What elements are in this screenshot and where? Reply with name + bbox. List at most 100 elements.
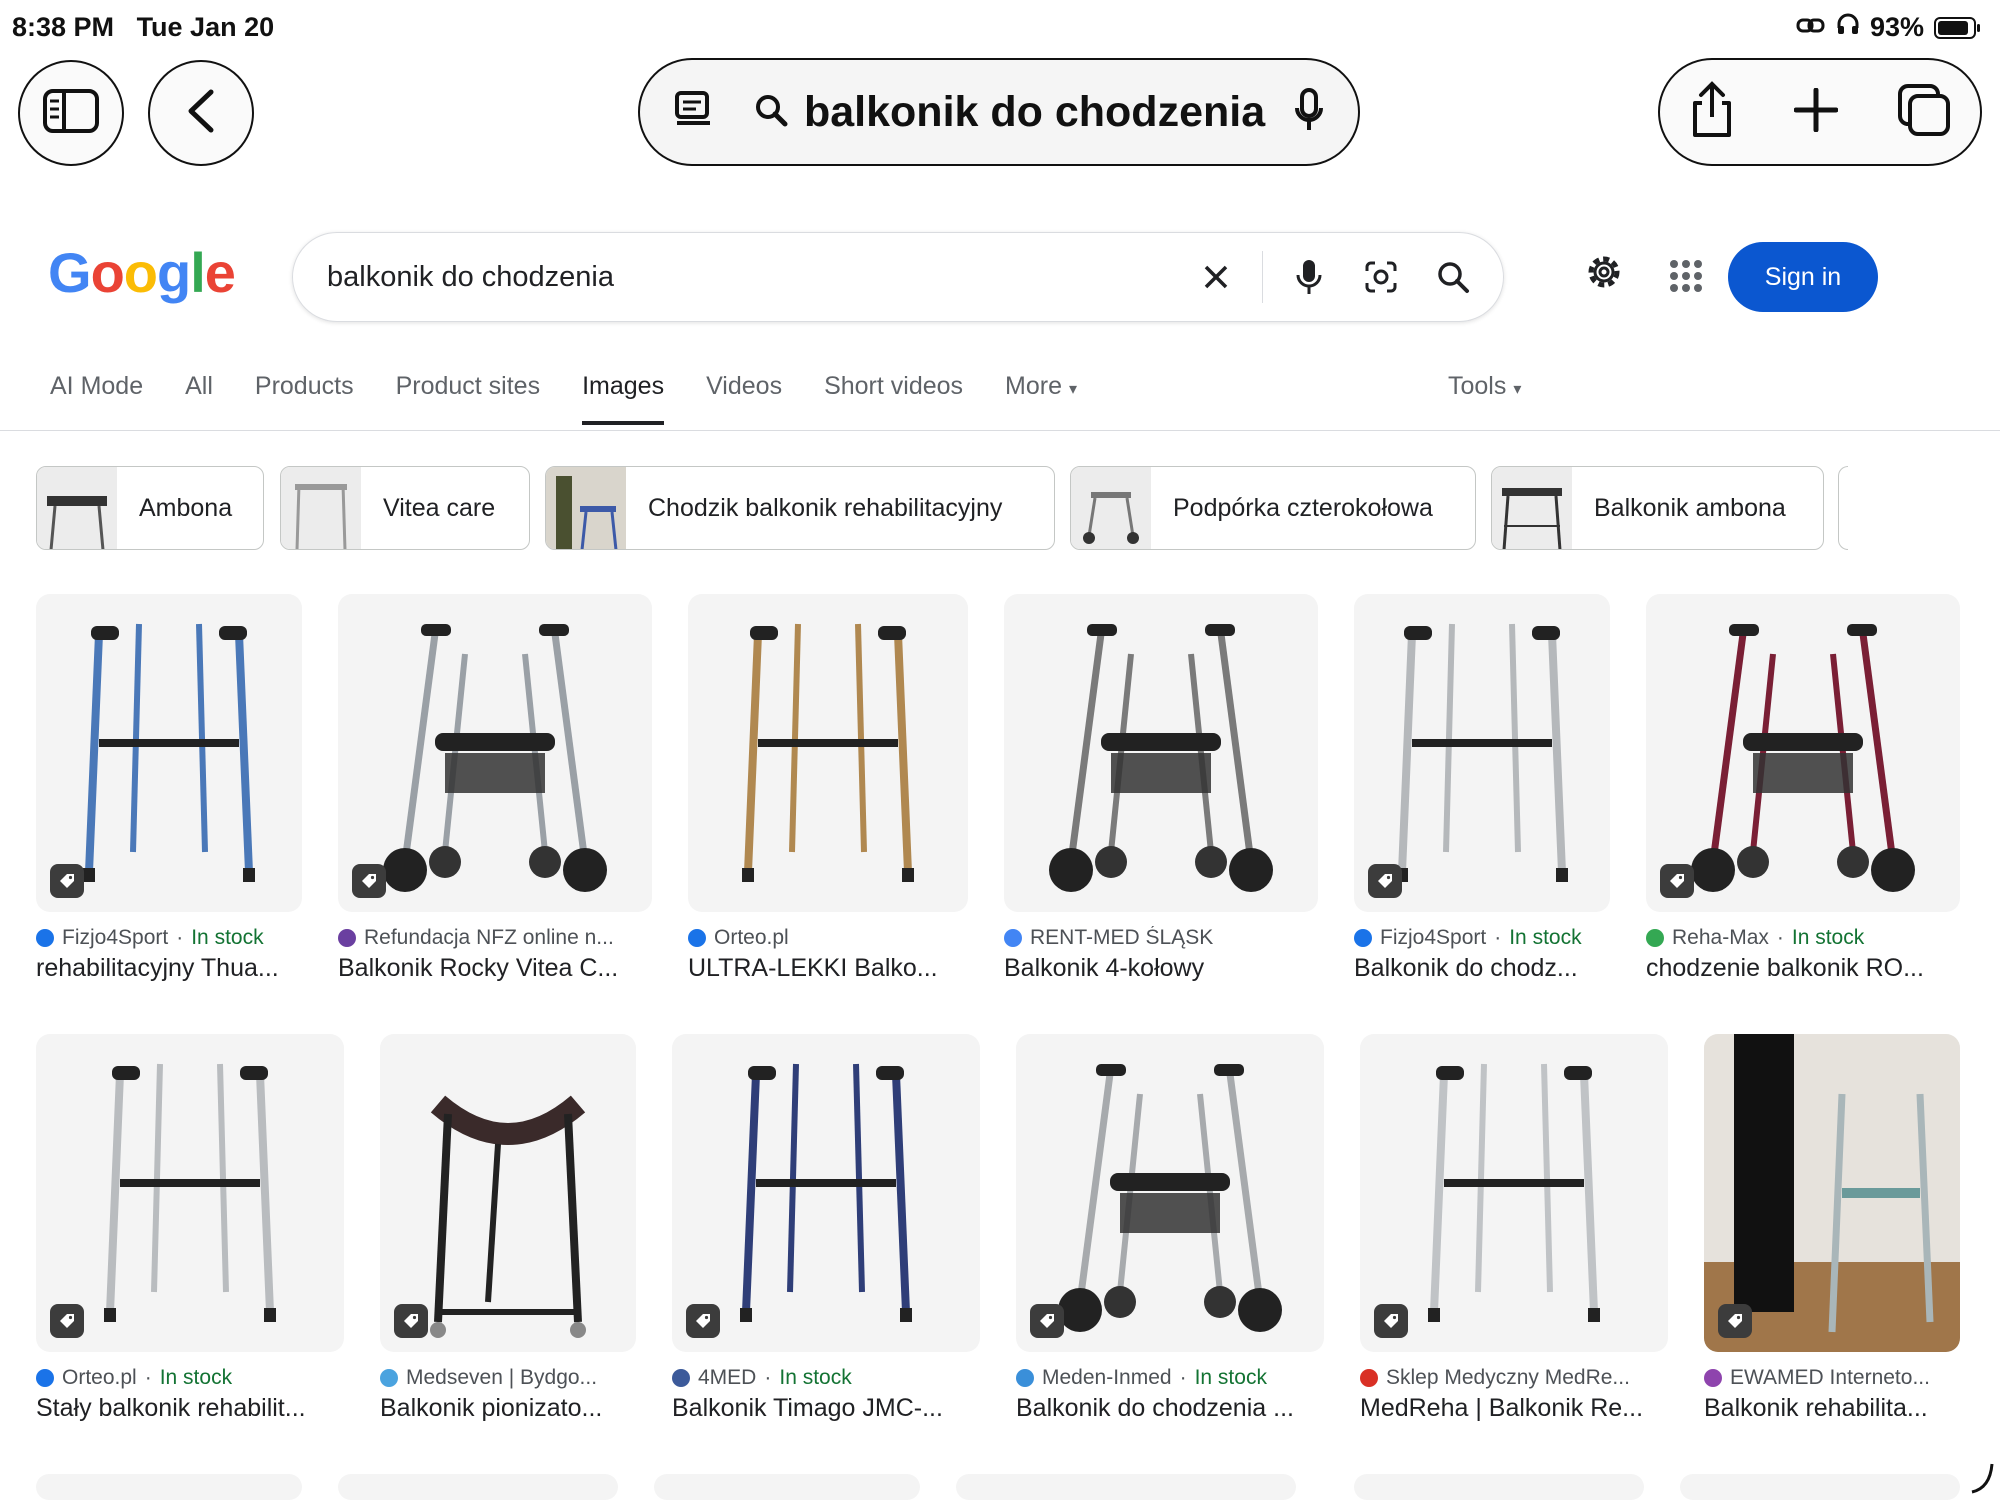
source-name: Medseven | Bydgo... bbox=[406, 1366, 598, 1389]
share-icon[interactable] bbox=[1689, 80, 1735, 144]
image-result[interactable]: 4MED · In stock Balkonik Timago JMC-... bbox=[672, 1034, 980, 1423]
result-source[interactable]: Sklep Medyczny MedRe... bbox=[1360, 1366, 1668, 1390]
result-image[interactable] bbox=[1680, 1474, 1960, 1500]
result-image[interactable] bbox=[338, 594, 652, 912]
image-result[interactable]: Medseven | Bydgo... Balkonik pionizato... bbox=[380, 1034, 636, 1423]
result-image[interactable] bbox=[1354, 1474, 1644, 1500]
search-input[interactable]: balkonik do chodzenia bbox=[327, 261, 1190, 294]
safari-address-bar[interactable]: balkonik do chodzenia bbox=[638, 58, 1360, 166]
result-source[interactable]: Medseven | Bydgo... bbox=[380, 1366, 636, 1390]
source-name: 4MED bbox=[698, 1366, 757, 1389]
result-title[interactable]: MedReha | Balkonik Re... bbox=[1360, 1394, 1668, 1423]
result-image[interactable] bbox=[1646, 594, 1960, 912]
tab-ai-mode[interactable]: AI Mode bbox=[50, 372, 143, 425]
tab-all[interactable]: All bbox=[185, 372, 213, 425]
result-source[interactable]: Meden-Inmed · In stock bbox=[1016, 1366, 1324, 1390]
back-button[interactable] bbox=[148, 60, 254, 166]
result-image[interactable] bbox=[1016, 1034, 1324, 1352]
lens-icon[interactable] bbox=[1355, 251, 1407, 303]
result-image[interactable] bbox=[1360, 1034, 1668, 1352]
source-name: Sklep Medyczny MedRe... bbox=[1386, 1366, 1630, 1389]
source-name: Orteo.pl bbox=[714, 926, 789, 949]
separator-dot: · bbox=[1179, 1366, 1187, 1389]
result-title[interactable]: Balkonik pionizato... bbox=[380, 1394, 636, 1423]
result-source[interactable]: Reha-Max · In stock bbox=[1646, 926, 1960, 950]
search-divider bbox=[1262, 251, 1263, 303]
tab-short-videos[interactable]: Short videos bbox=[824, 372, 963, 425]
result-title[interactable]: Balkonik do chodzenia ... bbox=[1016, 1394, 1324, 1423]
tools-menu[interactable]: Tools ▾ bbox=[1448, 372, 1521, 401]
tab-product-sites[interactable]: Product sites bbox=[396, 372, 541, 425]
chip-vitea-care[interactable]: Vitea care bbox=[280, 466, 530, 550]
image-result[interactable]: Fizjo4Sport · In stock Balkonik do chodz... bbox=[1354, 594, 1610, 983]
image-result[interactable]: Reha-Max · In stock chodzenie balkonik RO..… bbox=[1646, 594, 1960, 983]
result-title[interactable]: ULTRA-LEKKI Balko... bbox=[688, 954, 968, 983]
result-title[interactable]: Balkonik do chodz... bbox=[1354, 954, 1610, 983]
source-name: Meden-Inmed bbox=[1042, 1366, 1172, 1389]
image-result[interactable]: Fizjo4Sport · In stock rehabilitacyjny Thua… bbox=[36, 594, 302, 983]
result-image[interactable] bbox=[36, 1474, 302, 1500]
result-image[interactable] bbox=[380, 1034, 636, 1352]
tab-products[interactable]: Products bbox=[255, 372, 354, 425]
sign-in-button[interactable]: Sign in bbox=[1728, 242, 1878, 312]
result-source[interactable]: RENT-MED ŚLĄSK bbox=[1004, 926, 1318, 950]
result-title[interactable]: chodzenie balkonik RO... bbox=[1646, 954, 1960, 983]
image-result[interactable]: Sklep Medyczny MedRe... MedReha | Balkoni… bbox=[1360, 1034, 1668, 1423]
tabs-divider bbox=[0, 430, 2000, 431]
stock-status: In stock bbox=[1194, 1366, 1267, 1389]
result-title[interactable]: Balkonik 4-kołowy bbox=[1004, 954, 1318, 983]
result-image[interactable] bbox=[36, 594, 302, 912]
chip-overflow[interactable] bbox=[1838, 466, 1848, 550]
result-image[interactable] bbox=[1354, 594, 1610, 912]
image-result[interactable]: RENT-MED ŚLĄSK Balkonik 4-kołowy bbox=[1004, 594, 1318, 983]
site-favicon-icon bbox=[36, 1369, 54, 1387]
microphone-icon[interactable] bbox=[1294, 87, 1324, 137]
image-result[interactable]: EWAMED Interneto... Balkonik rehabilita..… bbox=[1704, 1034, 1960, 1423]
result-image[interactable] bbox=[1704, 1034, 1960, 1352]
google-search-box[interactable]: balkonik do chodzenia bbox=[292, 232, 1504, 322]
result-source[interactable]: EWAMED Interneto... bbox=[1704, 1366, 1960, 1390]
settings-icon[interactable] bbox=[1582, 250, 1626, 299]
google-logo[interactable]: Google bbox=[48, 240, 236, 305]
result-image[interactable] bbox=[36, 1034, 344, 1352]
result-source[interactable]: Orteo.pl · In stock bbox=[36, 1366, 344, 1390]
search-submit-icon[interactable] bbox=[1427, 251, 1479, 303]
chip-balkonik-ambona[interactable]: Balkonik ambona bbox=[1491, 466, 1824, 550]
page-menu-icon[interactable] bbox=[674, 90, 714, 135]
result-image[interactable] bbox=[338, 1474, 618, 1500]
image-result[interactable]: Refundacja NFZ online n... Balkonik Rocky… bbox=[338, 594, 652, 983]
tab-videos[interactable]: Videos bbox=[706, 372, 782, 425]
price-tag-icon bbox=[352, 864, 386, 898]
result-image[interactable] bbox=[672, 1034, 980, 1352]
result-title[interactable]: Balkonik rehabilita... bbox=[1704, 1394, 1960, 1423]
result-image[interactable] bbox=[1004, 594, 1318, 912]
result-source[interactable]: Orteo.pl bbox=[688, 926, 968, 950]
result-title[interactable]: Stały balkonik rehabilit... bbox=[36, 1394, 344, 1423]
result-title[interactable]: Balkonik Timago JMC-... bbox=[672, 1394, 980, 1423]
result-image[interactable] bbox=[956, 1474, 1296, 1500]
voice-search-icon[interactable] bbox=[1283, 251, 1335, 303]
result-source[interactable]: Refundacja NFZ online n... bbox=[338, 926, 652, 950]
search-tabs: AI Mode All Products Product sites Image… bbox=[50, 372, 1119, 425]
chip-ambona[interactable]: Ambona bbox=[36, 466, 264, 550]
result-image[interactable] bbox=[654, 1474, 920, 1500]
image-result[interactable]: Meden-Inmed · In stock Balkonik do chodzeni… bbox=[1016, 1034, 1324, 1423]
result-source[interactable]: Fizjo4Sport · In stock bbox=[1354, 926, 1610, 950]
result-title[interactable]: Balkonik Rocky Vitea C... bbox=[338, 954, 652, 983]
chip-chodzik-balkonik[interactable]: Chodzik balkonik rehabilitacyjny bbox=[545, 466, 1055, 550]
sidebar-toggle-button[interactable] bbox=[18, 60, 124, 166]
clear-icon[interactable] bbox=[1190, 251, 1242, 303]
tabs-overview-icon[interactable] bbox=[1897, 83, 1951, 142]
apps-grid-icon[interactable] bbox=[1668, 258, 1704, 299]
image-result[interactable]: Orteo.pl · In stock Stały balkonik rehabili… bbox=[36, 1034, 344, 1423]
tab-more[interactable]: More ▾ bbox=[1005, 372, 1077, 425]
result-source[interactable]: 4MED · In stock bbox=[672, 1366, 980, 1390]
source-name: EWAMED Interneto... bbox=[1730, 1366, 1930, 1389]
image-result[interactable]: Orteo.pl ULTRA-LEKKI Balko... bbox=[688, 594, 968, 983]
chip-podporka[interactable]: Podpórka czterokołowa bbox=[1070, 466, 1476, 550]
new-tab-icon[interactable] bbox=[1793, 87, 1839, 137]
result-source[interactable]: Fizjo4Sport · In stock bbox=[36, 926, 302, 950]
result-image[interactable] bbox=[688, 594, 968, 912]
result-title[interactable]: rehabilitacyjny Thua... bbox=[36, 954, 302, 983]
tab-images[interactable]: Images bbox=[582, 372, 665, 425]
